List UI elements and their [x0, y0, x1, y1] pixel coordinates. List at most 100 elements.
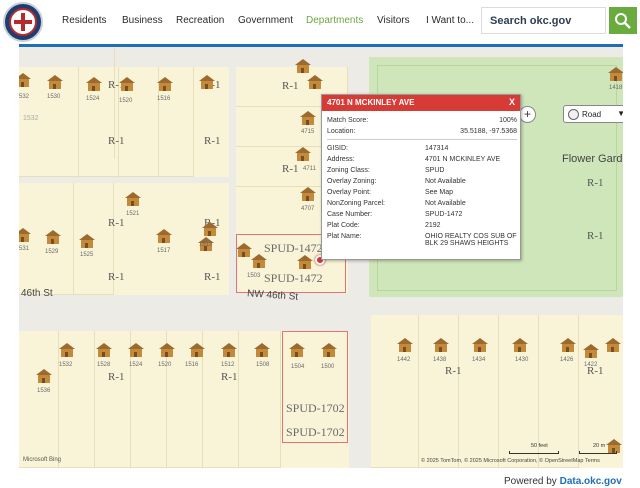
- scale-bar: [509, 451, 559, 454]
- zone-label: R-1: [108, 135, 125, 147]
- house-icon[interactable]: [254, 343, 270, 357]
- zone-label: R-1: [587, 177, 604, 189]
- map-copyright[interactable]: © 2025 TomTom, © 2025 Microsoft Corporat…: [421, 458, 600, 464]
- nav-government[interactable]: Government: [238, 15, 293, 26]
- house-icon[interactable]: [125, 192, 141, 206]
- address-label: 1504: [291, 364, 305, 370]
- zone-label: R-1: [108, 217, 125, 229]
- house-icon[interactable]: [128, 343, 144, 357]
- house-icon[interactable]: [189, 343, 205, 357]
- house-icon[interactable]: [297, 255, 313, 269]
- address-label: 1430: [515, 357, 529, 363]
- popup-header: 4701 N MCKINLEY AVE X: [322, 95, 520, 111]
- house-icon[interactable]: [19, 73, 31, 87]
- house-icon[interactable]: [79, 234, 95, 248]
- address-label: 1438: [433, 357, 447, 363]
- powered-by: Powered by Data.okc.gov: [504, 476, 622, 487]
- zoning-map[interactable]: 46th St NW 46th St R-1 R-1 R-1 R-1 R-1 R…: [19, 47, 623, 468]
- house-icon[interactable]: [605, 338, 621, 352]
- scale-bar: [579, 451, 617, 454]
- house-icon[interactable]: [36, 369, 52, 383]
- address-label: 1434: [472, 357, 486, 363]
- map-style-value: Road: [582, 110, 602, 119]
- zone-label: R-1: [587, 230, 604, 242]
- address-label: 1524: [129, 362, 143, 368]
- house-icon[interactable]: [307, 75, 323, 89]
- house-icon[interactable]: [119, 77, 135, 91]
- house-icon[interactable]: [300, 111, 316, 125]
- house-icon[interactable]: [19, 228, 31, 242]
- nav-visitors[interactable]: Visitors: [377, 15, 410, 26]
- address-label: 1516: [185, 362, 199, 368]
- address-label: 1524: [86, 96, 100, 102]
- house-icon[interactable]: [608, 67, 623, 81]
- chevron-down-icon: ▼: [617, 109, 623, 118]
- house-icon[interactable]: [47, 75, 63, 89]
- park-label: Flower Gard: [562, 153, 623, 165]
- house-icon[interactable]: [251, 254, 267, 268]
- popup-title: 4701 N MCKINLEY AVE: [327, 98, 415, 107]
- zone-label: R-1: [282, 80, 299, 92]
- address-label: 1422: [584, 362, 598, 368]
- house-icon[interactable]: [159, 343, 175, 357]
- house-icon[interactable]: [433, 338, 449, 352]
- spud-label: SPUD-1702: [286, 401, 345, 415]
- spud-label: SPUD-1472: [264, 271, 323, 285]
- house-icon[interactable]: [321, 343, 337, 357]
- address-label: 531: [19, 246, 30, 252]
- magnifier-icon: [615, 13, 631, 29]
- address-label: 1532: [59, 362, 73, 368]
- address-label: 1520: [158, 362, 172, 368]
- address-label: 532: [19, 94, 30, 100]
- house-icon[interactable]: [156, 229, 172, 243]
- address-label: 1500: [321, 364, 335, 370]
- nav-departments[interactable]: Departments: [306, 15, 363, 26]
- address-label: 1442: [397, 357, 411, 363]
- scale-label: 50 feet: [531, 443, 548, 449]
- search-input[interactable]: Search okc.gov: [481, 7, 606, 34]
- parcel-popup: 4701 N MCKINLEY AVE X Match Score: 100% …: [321, 94, 521, 260]
- house-icon[interactable]: [397, 338, 413, 352]
- address-label: 1503: [247, 273, 261, 279]
- zone-label: R-1: [221, 371, 238, 383]
- address-label: 1528: [97, 362, 111, 368]
- house-icon[interactable]: [221, 343, 237, 357]
- zone-label: R-1: [204, 271, 221, 283]
- nav-recreation[interactable]: Recreation: [176, 15, 224, 26]
- house-icon[interactable]: [202, 222, 218, 236]
- house-icon[interactable]: [96, 343, 112, 357]
- house-icon[interactable]: [295, 147, 311, 161]
- powered-by-link[interactable]: Data.okc.gov: [560, 476, 622, 487]
- house-icon[interactable]: [472, 338, 488, 352]
- house-icon[interactable]: [157, 77, 173, 91]
- address-label: 1426: [560, 357, 574, 363]
- nav-i-want-to[interactable]: I Want to...: [426, 15, 474, 26]
- house-icon[interactable]: [59, 343, 75, 357]
- zone-label: R-1: [282, 163, 299, 175]
- nav-residents[interactable]: Residents: [62, 15, 106, 26]
- house-icon[interactable]: [300, 187, 316, 201]
- address-label: 1525: [80, 252, 94, 258]
- address-label: 1520: [119, 98, 133, 104]
- house-icon[interactable]: [512, 338, 528, 352]
- house-icon[interactable]: [45, 230, 61, 244]
- house-icon[interactable]: [86, 77, 102, 91]
- zone-label: R-1: [108, 371, 125, 383]
- house-icon[interactable]: [236, 243, 252, 257]
- search-button[interactable]: [609, 7, 637, 34]
- nav-business[interactable]: Business: [122, 15, 163, 26]
- address-label: 4711: [303, 166, 316, 172]
- spud-label: SPUD-1472: [264, 241, 323, 255]
- house-icon[interactable]: [295, 59, 311, 73]
- house-icon[interactable]: [289, 343, 305, 357]
- city-seal-logo[interactable]: [3, 2, 43, 42]
- house-icon[interactable]: [583, 344, 599, 358]
- close-icon[interactable]: X: [509, 97, 515, 107]
- house-icon[interactable]: [199, 75, 215, 89]
- house-icon[interactable]: [560, 338, 576, 352]
- address-label: 1516: [157, 96, 171, 102]
- zone-label: R-1: [445, 365, 462, 377]
- address-label: 4715: [301, 129, 315, 135]
- map-style-select[interactable]: Road ▼: [563, 105, 623, 123]
- zoom-in-button[interactable]: +: [519, 106, 536, 123]
